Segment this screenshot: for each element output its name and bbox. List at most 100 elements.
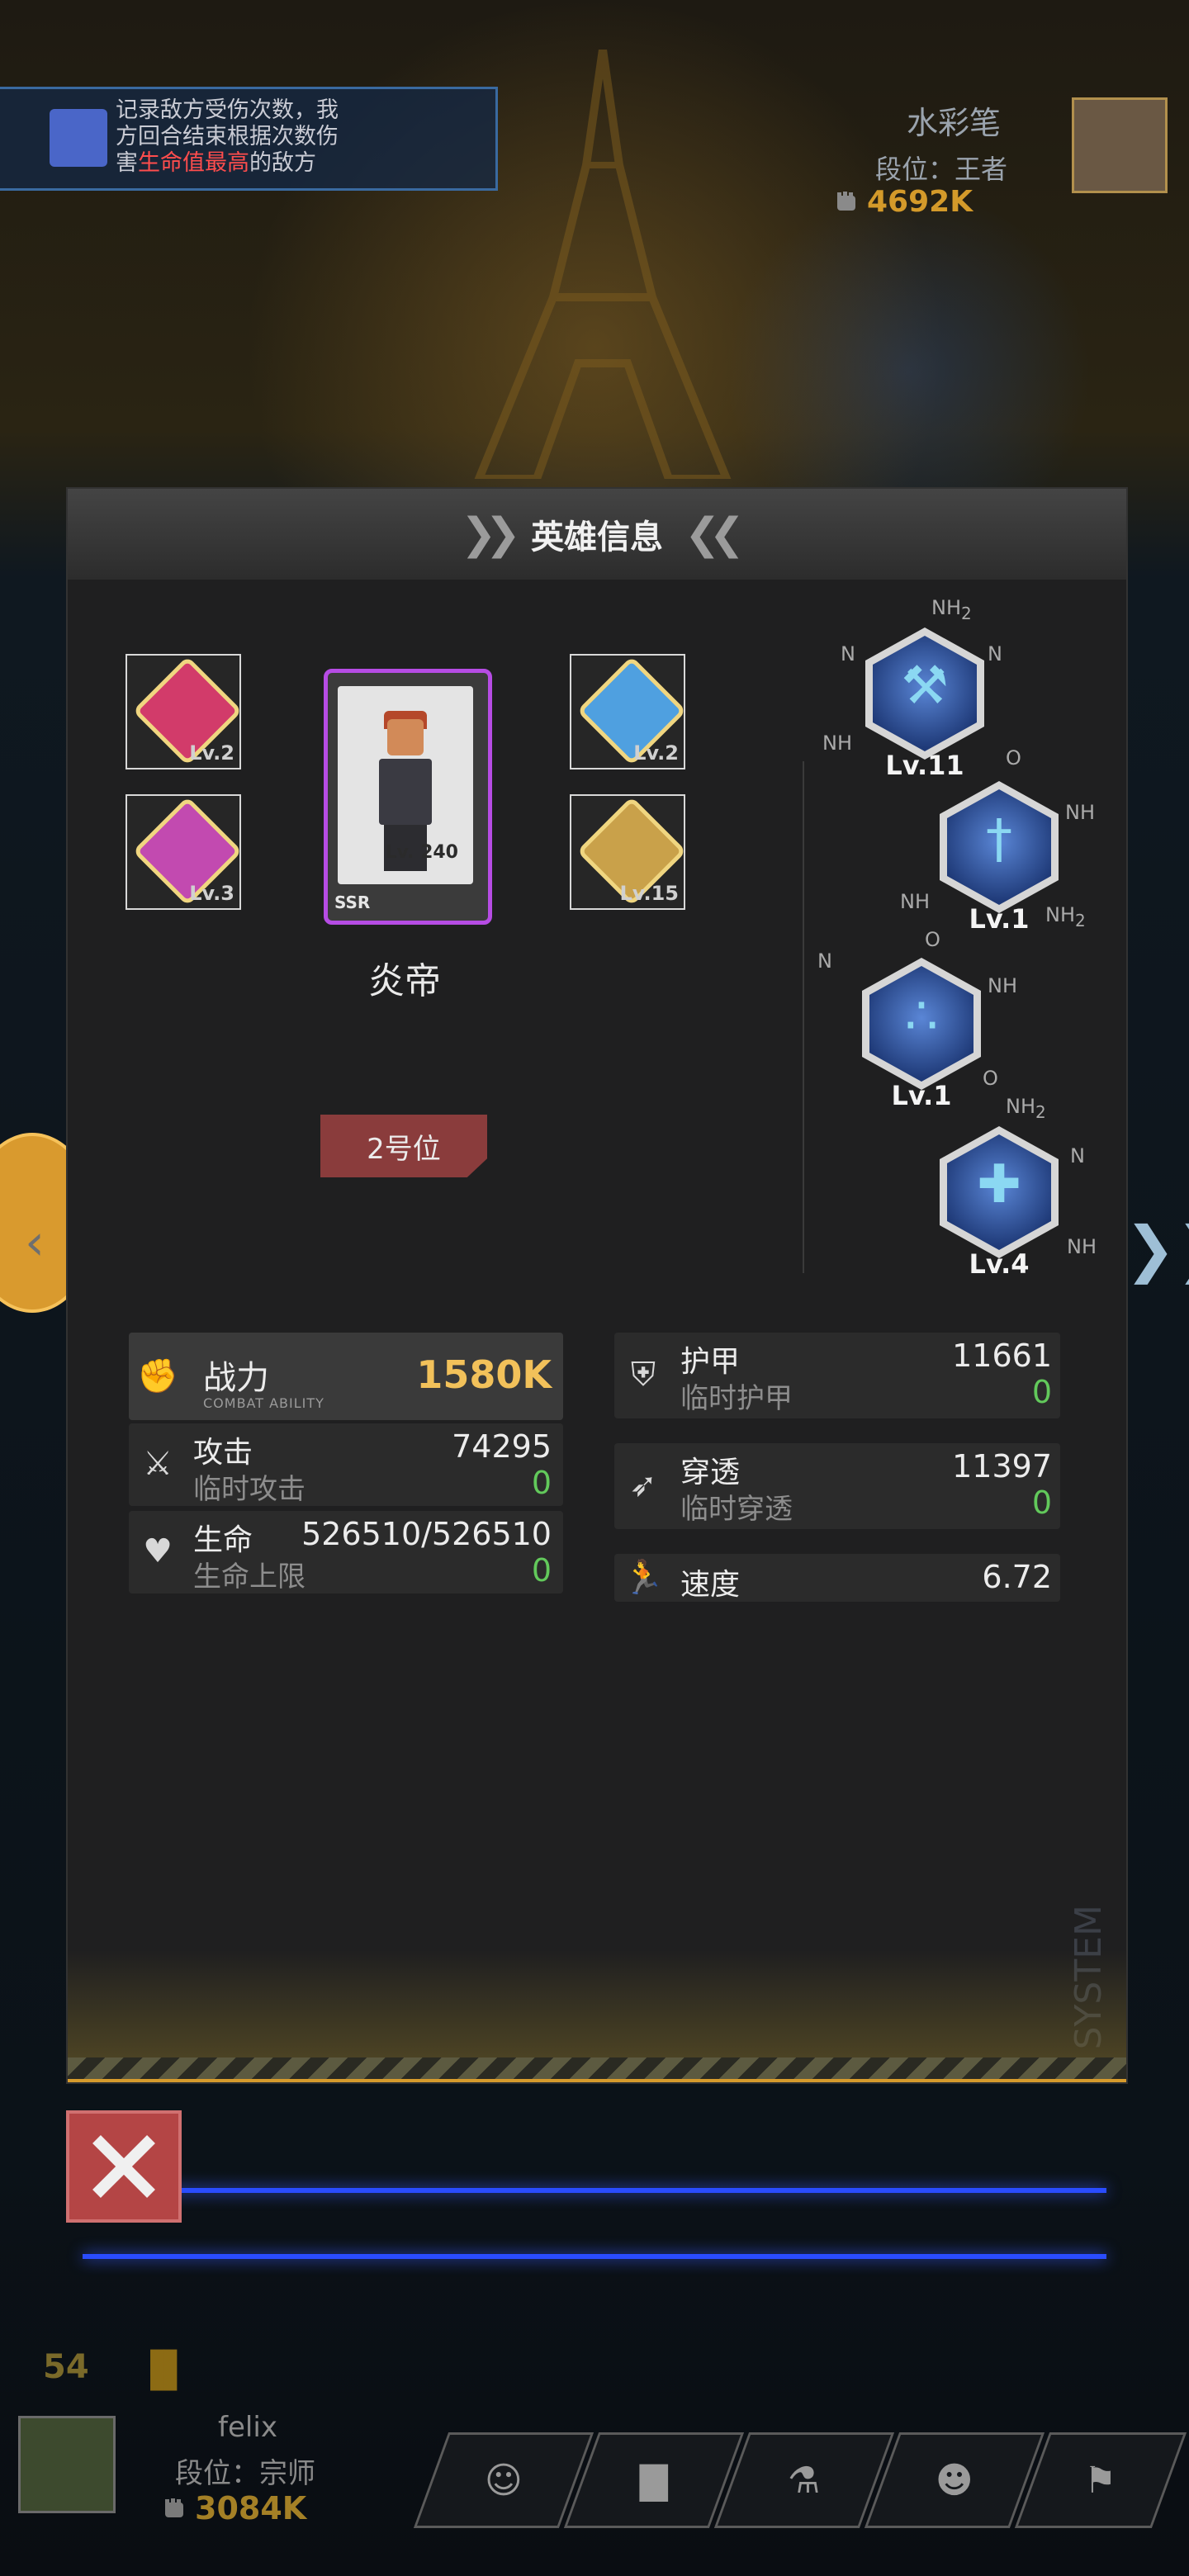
opponent-power: 4692K: [834, 183, 973, 220]
pierce-value: 11397: [952, 1448, 1052, 1485]
eiffel-tower-backdrop: [474, 50, 732, 479]
molecule-label: NH: [822, 732, 852, 755]
sword-icon: †: [986, 809, 1012, 870]
hero-card[interactable]: Lv. 240 SSR: [324, 669, 492, 925]
potion-icon: ⚗: [788, 2459, 821, 2502]
equipment-level: Lv.2: [189, 741, 234, 765]
dialog-header: ❯❯ 英雄信息 ❮❮: [68, 489, 1126, 580]
bar-chart-icon: ▇: [640, 2459, 668, 2502]
skill-2[interactable]: † Lv.1: [933, 781, 1065, 935]
molecule-label: O: [925, 928, 940, 951]
opponent-power-value: 4692K: [867, 184, 973, 219]
temp-armor-label: 临时护甲: [680, 1382, 793, 1415]
molecule-label: NH: [988, 974, 1017, 997]
temp-armor-value: 0: [1031, 1374, 1052, 1410]
runner-icon: 🏃: [623, 1559, 664, 1597]
attack-label: 攻击: [193, 1436, 253, 1470]
skill-4[interactable]: ✚ Lv.4: [933, 1126, 1065, 1280]
armor-panel: ⛨ 护甲 11661 临时护甲 0: [614, 1333, 1060, 1418]
speed-value: 6.72: [982, 1559, 1052, 1595]
opponent-avatar[interactable]: [1072, 97, 1168, 193]
fist-icon: ✊: [137, 1357, 178, 1395]
dagger-icon: ➶: [629, 1466, 657, 1504]
cross-icon: ✚: [977, 1154, 1021, 1215]
temp-attack-label: 临时攻击: [193, 1473, 306, 1506]
player-power: 3084K: [162, 2490, 306, 2526]
hero-name: 炎帝: [368, 960, 441, 1002]
pierce-label: 穿透: [680, 1456, 741, 1489]
equipment-slot-3[interactable]: Lv.3: [126, 794, 243, 910]
equipment-slot-2[interactable]: Lv.2: [570, 654, 687, 769]
molecule-label: O: [1006, 746, 1021, 769]
close-button[interactable]: [66, 2110, 182, 2223]
claw-icon: ∴: [904, 986, 939, 1047]
arena-line-top: [83, 2188, 1106, 2193]
skill-tip-banner: 记录敌方受伤次数，我 方回合结束根据次数伤 害生命值最高的敌方: [0, 87, 498, 191]
prev-hero-icon[interactable]: ‹: [25, 1214, 45, 1271]
equipment-slot-1[interactable]: Lv.2: [126, 654, 243, 769]
molecule-label: N: [841, 642, 855, 665]
equipment-level: Lv.2: [633, 741, 679, 765]
turn-counter: 54: [43, 2348, 89, 2386]
hero-sprite-head: [387, 719, 424, 755]
molecule-label: NH: [1067, 1235, 1097, 1258]
shield-icon: ⛨: [631, 1356, 656, 1394]
skill-1[interactable]: ⚒ Lv.11: [859, 627, 991, 781]
molecule-label: NH: [900, 890, 930, 913]
player-rank: 段位：宗师: [175, 2457, 315, 2490]
dialog-footer: [68, 1950, 1126, 2082]
armor-label: 护甲: [680, 1345, 741, 1379]
combat-power-panel: ✊ 战力 COMBAT ABILITY 1580K: [129, 1333, 563, 1420]
skill-level: Lv.1: [969, 903, 1030, 935]
header-chevrons-right-icon: ❯❯: [460, 509, 521, 559]
next-hero-icon[interactable]: ❯❯: [1125, 1214, 1189, 1285]
combat-power-subtitle: COMBAT ABILITY: [203, 1395, 324, 1411]
column-divider: [803, 761, 804, 1273]
skill-level: Lv.11: [885, 750, 964, 781]
hp-max-label: 生命上限: [193, 1560, 306, 1593]
hp-value: 526510/526510: [301, 1516, 552, 1552]
player-power-value: 3084K: [195, 2490, 307, 2526]
skill-3[interactable]: ∴ Lv.1: [855, 958, 988, 1111]
flag-icon: ⚑: [1084, 2459, 1117, 2502]
speed-panel: 🏃 速度 6.72: [614, 1554, 1060, 1602]
hp-panel: ♥ 生命 526510/526510 生命上限 0: [129, 1511, 563, 1593]
hp-max-value: 0: [531, 1552, 552, 1589]
combat-power-label: 战力: [203, 1359, 269, 1397]
equipment-level: Lv.3: [189, 882, 234, 905]
equipment-slot-4[interactable]: Lv.15: [570, 794, 687, 910]
attack-value: 74295: [452, 1428, 552, 1465]
molecule-label: N: [817, 949, 832, 973]
opponent-name: 水彩笔: [906, 105, 1001, 141]
temp-pierce-label: 临时穿透: [680, 1493, 793, 1526]
hero-portrait: Lv. 240: [338, 686, 473, 884]
skill-level: Lv.1: [891, 1080, 952, 1111]
user-list-icon: ☺: [485, 2459, 523, 2502]
sword-stat-icon: ⚔: [143, 1445, 173, 1483]
skill-tip-text: 记录敌方受伤次数，我 方回合结束根据次数伤 害生命值最高的敌方: [116, 97, 339, 176]
wrench-icon: ⚒: [901, 656, 949, 717]
smile-icon: ☻: [936, 2459, 973, 2502]
equipment-level: Lv.15: [619, 882, 680, 905]
dialog-title: 英雄信息: [531, 519, 663, 556]
opponent-rank: 段位：王者: [874, 154, 1007, 185]
close-icon: [92, 2135, 155, 2198]
combat-power-value: 1580K: [416, 1352, 552, 1397]
player-avatar[interactable]: [18, 2416, 116, 2513]
heart-icon: ♥: [143, 1532, 173, 1570]
tip-avatar: [50, 109, 107, 167]
fist-icon: [165, 2498, 183, 2517]
hero-sprite-body: [379, 759, 432, 825]
arena-line-bottom: [83, 2254, 1106, 2259]
fist-icon: [837, 192, 855, 211]
speed-label: 速度: [680, 1568, 741, 1602]
header-chevrons-left-icon: ❮❮: [685, 509, 745, 559]
footer-stripe: [68, 2057, 1126, 2082]
hero-grade-badge: SSR: [334, 893, 371, 912]
molecule-label: NH: [1065, 801, 1095, 824]
armor-value: 11661: [952, 1338, 1052, 1374]
molecule-label: N: [1070, 1144, 1085, 1167]
molecule-label: NH2: [931, 596, 972, 623]
attack-panel: ⚔ 攻击 74295 临时攻击 0: [129, 1423, 563, 1506]
player-name: felix: [218, 2411, 277, 2444]
